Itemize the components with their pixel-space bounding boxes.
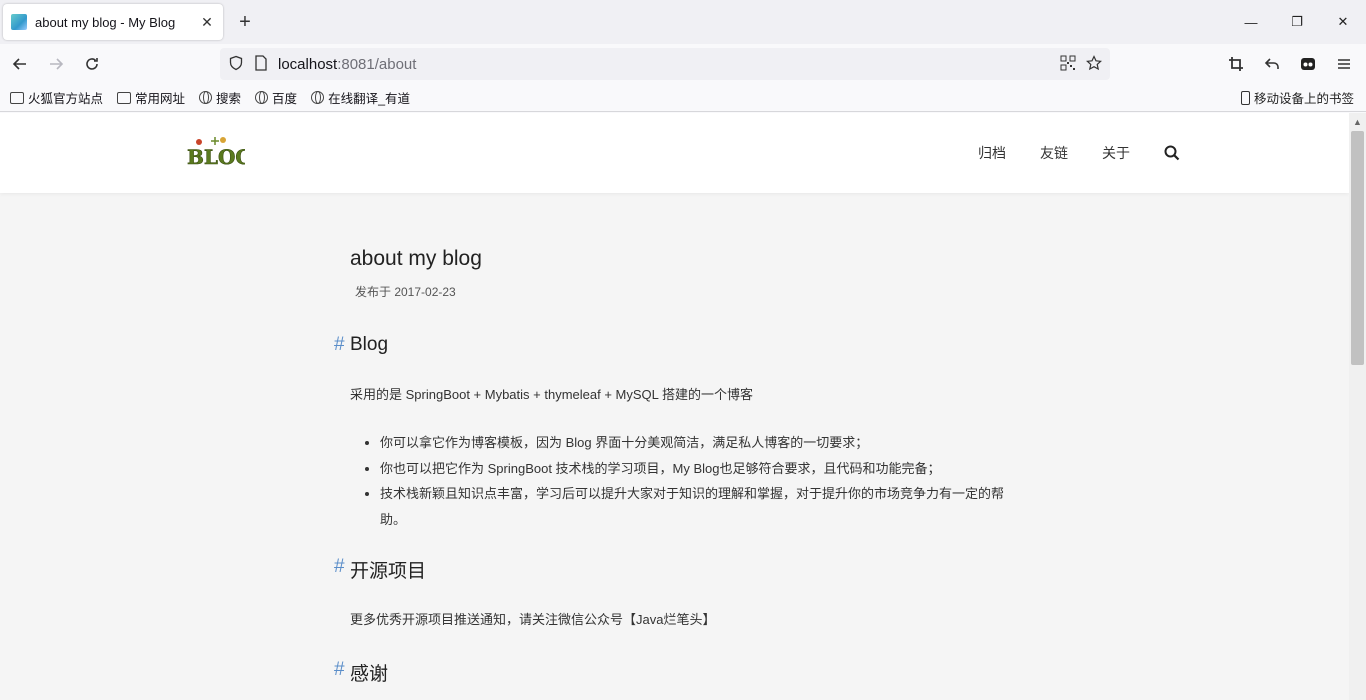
tab-bar: about my blog - My Blog ✕ + — ❐ ✕ — [0, 0, 1366, 44]
forward-button[interactable] — [40, 48, 72, 80]
page-scrollbar[interactable]: ▲ — [1349, 113, 1366, 700]
globe-icon — [255, 91, 269, 104]
post-title: about my blog — [350, 247, 482, 270]
reload-button[interactable] — [76, 48, 108, 80]
close-window-button[interactable]: ✕ — [1320, 0, 1366, 44]
scroll-up-icon[interactable]: ▲ — [1349, 113, 1366, 130]
bookmark-search[interactable]: 搜索 — [199, 88, 241, 107]
list-item: 技术栈新颖且知识点丰富，学习后可以提升大家对于知识的理解和掌握，对于提升你的市场… — [380, 481, 1010, 532]
feature-list: 你可以拿它作为博客模板，因为 Blog 界面十分美观简洁，满足私人博客的一切要求… — [350, 430, 1010, 532]
section-heading-open-source: # 开源项目 — [334, 556, 427, 582]
minimize-button[interactable]: — — [1228, 0, 1274, 44]
screenshot-crop-icon[interactable] — [1220, 48, 1252, 80]
bookmark-youdao-translate[interactable]: 在线翻译_有道 — [311, 88, 410, 107]
page-icon[interactable] — [254, 54, 268, 74]
folder-icon — [117, 91, 132, 104]
post-date: 发布于 2017-02-23 — [355, 285, 456, 299]
extension-icon[interactable] — [1292, 48, 1324, 80]
shield-icon[interactable] — [228, 55, 244, 74]
scroll-thumb[interactable] — [1351, 131, 1364, 365]
active-tab[interactable]: about my blog - My Blog ✕ — [3, 4, 223, 40]
heading-anchor[interactable]: # — [334, 334, 345, 356]
svg-text:BLOG: BLOG — [187, 145, 245, 169]
nav-links[interactable]: 友链 — [1040, 143, 1068, 163]
menu-icon[interactable] — [1328, 48, 1360, 80]
tab-title: about my blog - My Blog — [35, 14, 176, 30]
url-text[interactable]: localhost:8081/about — [278, 56, 1050, 73]
page-viewport: BLOG 归档 友链 关于 about my blog 发布于 2017-02-… — [0, 113, 1366, 700]
section-heading-thanks: # 感谢 — [334, 659, 389, 685]
search-icon[interactable] — [1164, 145, 1180, 161]
qr-code-icon[interactable] — [1060, 55, 1076, 74]
window-controls: — ❐ ✕ — [1228, 0, 1366, 44]
blog-logo[interactable]: BLOG — [185, 135, 245, 171]
restore-button[interactable]: ❐ — [1274, 0, 1320, 44]
navigation-toolbar: localhost:8081/about — [0, 44, 1366, 84]
post: about my blog 发布于 2017-02-23 # Blog 采用的是 … — [334, 247, 1010, 686]
list-item: 你也可以把它作为 SpringBoot 技术栈的学习项目，My Blog也足够符… — [380, 456, 1010, 482]
site-favicon-icon — [11, 14, 27, 30]
nav-about[interactable]: 关于 — [1102, 143, 1130, 163]
list-item: 你可以拿它作为博客模板，因为 Blog 界面十分美观简洁，满足私人博客的一切要求… — [380, 430, 1010, 456]
phone-icon — [1240, 90, 1250, 105]
site-nav: 归档 友链 关于 — [978, 143, 1180, 163]
new-tab-button[interactable]: + — [231, 8, 259, 36]
folder-icon — [10, 91, 24, 104]
nav-archive[interactable]: 归档 — [978, 143, 1006, 163]
section-paragraph: 采用的是 SpringBoot + Mybatis + thymeleaf + … — [350, 387, 754, 402]
mobile-bookmarks[interactable]: 移动设备上的书签 — [1240, 88, 1354, 107]
bookmark-star-icon[interactable] — [1086, 54, 1102, 74]
toolbar-extensions — [1220, 48, 1366, 80]
undo-icon[interactable] — [1256, 48, 1288, 80]
bookmarks-bar: 火狐官方站点 常用网址 搜索 百度 在线翻译_有道 移动设备上的书签 — [0, 84, 1366, 112]
site-header: BLOG 归档 友链 关于 — [0, 113, 1349, 193]
heading-anchor[interactable]: # — [334, 659, 345, 681]
section-paragraph: 更多优秀开源项目推送通知，请关注微信公众号【Java烂笔头】 — [350, 612, 716, 627]
address-bar[interactable]: localhost:8081/about — [220, 48, 1110, 80]
globe-icon — [311, 91, 325, 104]
bookmark-firefox-official[interactable]: 火狐官方站点 — [10, 88, 103, 107]
heading-anchor[interactable]: # — [334, 556, 345, 578]
bookmark-baidu[interactable]: 百度 — [255, 88, 297, 107]
globe-icon — [199, 91, 213, 104]
section-heading-blog: # Blog — [334, 334, 389, 355]
back-button[interactable] — [4, 48, 36, 80]
bookmark-common-sites[interactable]: 常用网址 — [117, 88, 185, 107]
close-tab-icon[interactable]: ✕ — [199, 14, 215, 30]
